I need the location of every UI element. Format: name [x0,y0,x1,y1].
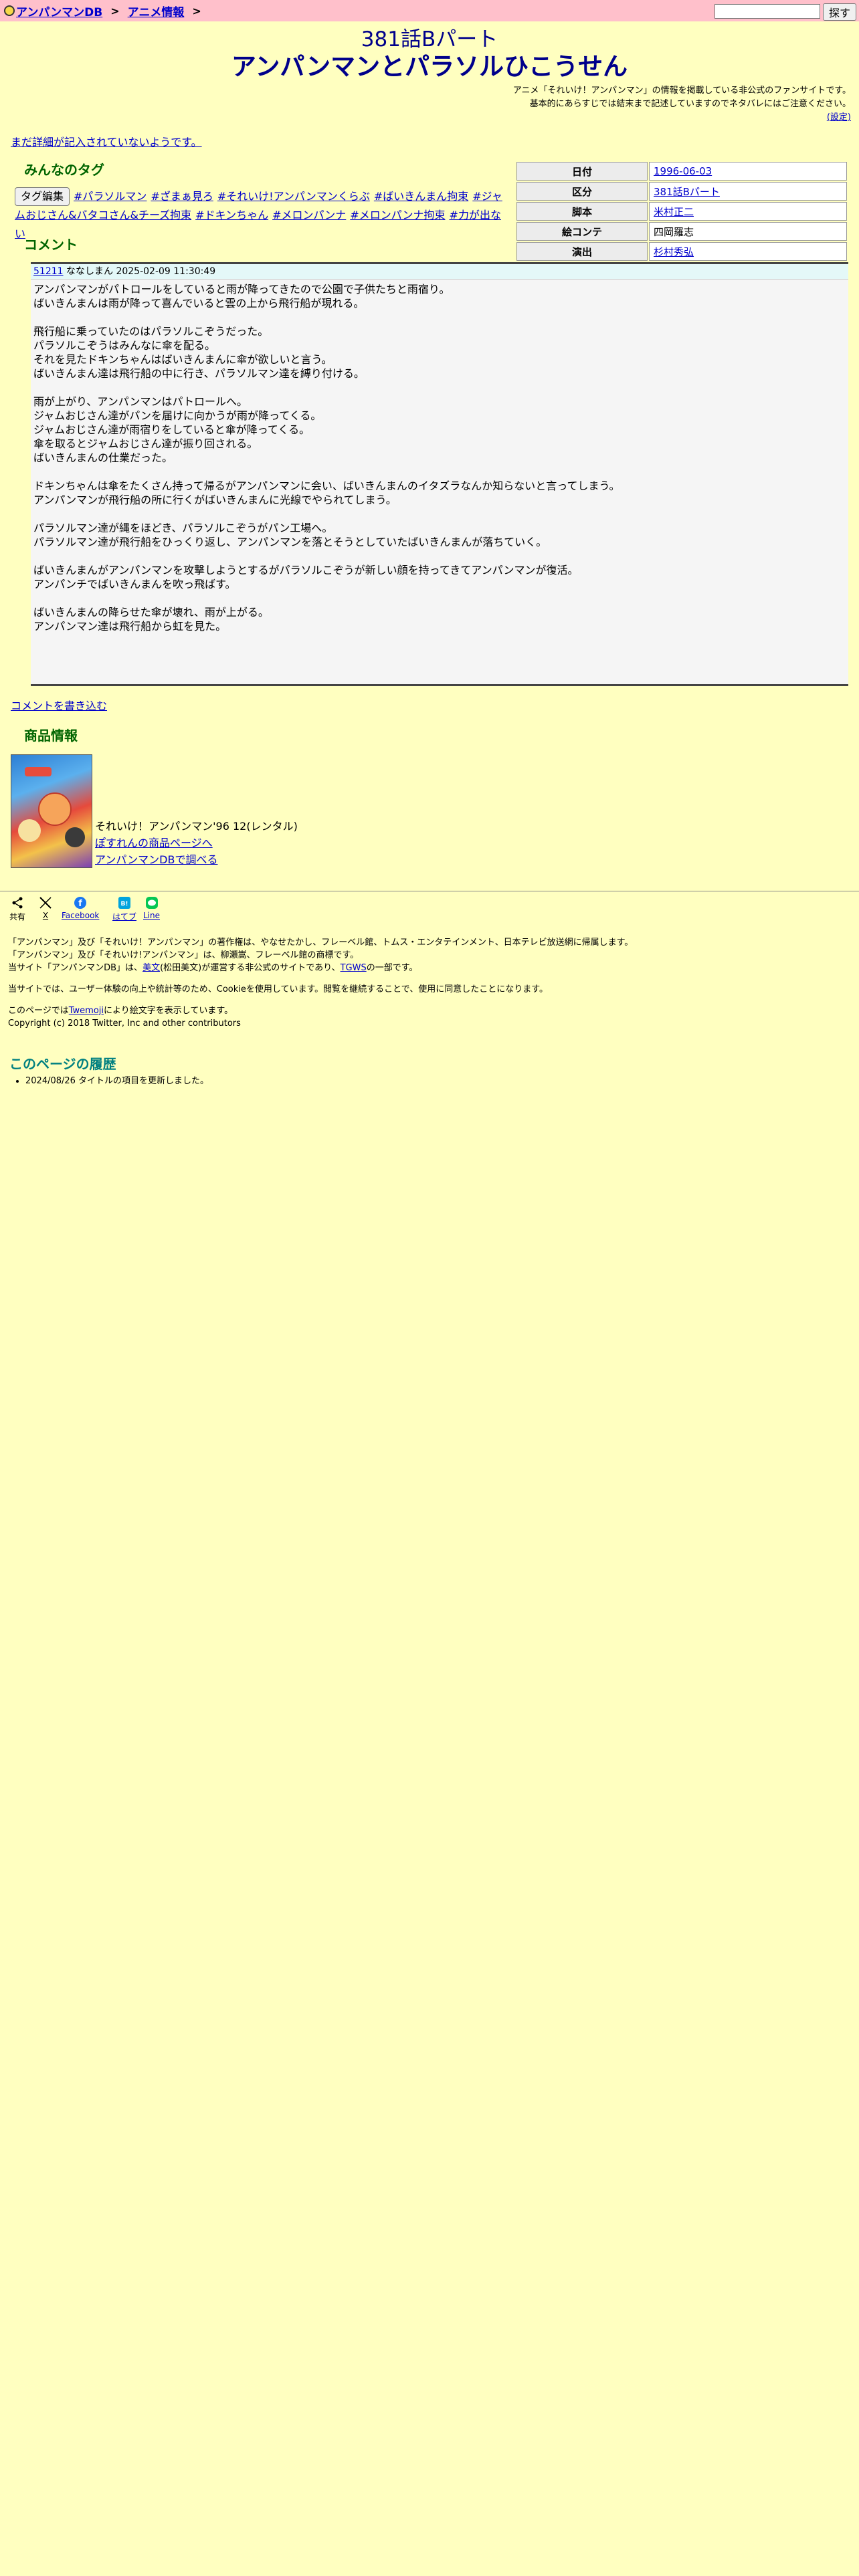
notice-line-2: 基本的にあらすじでは結末まで記述していますのでネタバレにはご注意ください。 [529,99,851,109]
twemoji-copyright: Copyright (c) 2018 Twitter, Inc and othe… [8,1018,241,1029]
facebook-icon: f [74,897,87,909]
anpanman-logo-icon [4,5,15,16]
product-search-db-link[interactable]: アンパンマンDBで調べる [95,853,217,866]
info-value-date-link[interactable]: 1996-06-03 [654,165,712,177]
history-list: 2024/08/26 タイトルの項目を更新しました。 [13,1073,209,1086]
no-detail-link[interactable]: まだ詳細が記入されていないようです。 [11,133,202,149]
episode-title: アンパンマンとパラソルひこうせん [231,52,628,81]
info-label-storyboard: 絵コンテ [516,222,648,241]
breadcrumb-separator: > [192,4,201,17]
site-notice: アニメ「それいけ！アンパンマン」の情報を掲載している非公式のファンサイトです。 … [513,84,851,124]
page-title-block: 381話Bパート アンパンマンとパラソルひこうせん [0,27,859,82]
tag-link[interactable]: #パラソルマン [74,190,147,203]
info-label-date: 日付 [516,162,648,181]
tgws-link[interactable]: TGWS [341,963,367,973]
comment-body: アンパンマンがパトロールをしていると雨が降ってきたので公園で子供たちと雨宿り。 … [33,283,620,633]
tags-heading: みんなのタグ [24,162,104,178]
share-label: 共有 [9,912,26,922]
comment-item: 51211 ななしまん 2025-02-09 11:30:49 アンパンマンがパ… [31,262,848,686]
breadcrumb-separator: > [110,4,120,17]
tag-link[interactable]: #メロンパンナ [272,209,346,221]
search-input[interactable] [714,4,820,19]
top-navigation-bar: アンパンマンDB > アニメ情報 > 探す [0,0,859,21]
table-row: 日付 1996-06-03 [516,162,847,181]
info-value-storyboard: 四岡羅志 [649,222,847,241]
footer-line-2: 「アンパンマン」及び「それいけ!アンパンマン」は、柳瀬嵩、フレーベル館の商標です… [8,950,359,960]
info-label-direction: 演出 [516,242,648,261]
tag-link[interactable]: #ざまぁ見ろ [151,190,213,203]
info-label-script: 脚本 [516,202,648,221]
product-cover-image[interactable] [11,754,92,868]
table-row: 絵コンテ 四岡羅志 [516,222,847,241]
info-value-direction-link[interactable]: 杉村秀弘 [654,246,694,258]
products-heading: 商品情報 [24,728,78,744]
list-item: 2024/08/26 タイトルの項目を更新しました。 [25,1073,209,1086]
footer-line-3: 当サイト「アンパンマンDB」は、美文(松田美文)が運営する非公式のサイトであり、… [8,963,418,973]
tag-link[interactable]: #ばいきんまん拘束 [374,190,468,203]
line-label: Line [143,911,161,920]
comment-meta: 51211 ななしまん 2025-02-09 11:30:49 [31,264,848,280]
info-value-category-link[interactable]: 381話Bパート [654,186,720,198]
author-link[interactable]: 美文 [142,963,160,973]
tag-list: タグ編集 #パラソルマン #ざまぁ見ろ #それいけ!アンパンマンくらぶ #ばいきんまん拘… [15,187,510,243]
footer-line-1: 「アンパンマン」及び「それいけ！アンパンマン」の著作権は、やなせたかし、フレーベ… [8,938,634,948]
comment-author-date: ななしまん 2025-02-09 11:30:49 [66,266,216,277]
cookie-notice: 当サイトでは、ユーザー体験の向上や統計等のため、Cookieを使用しています。閲… [8,984,548,994]
svg-text:B!: B! [121,901,128,907]
episode-info-table: 日付 1996-06-03 区分 381話Bパート 脚本 米村正二 絵コンテ 四… [515,160,848,262]
settings-link[interactable]: (設定) [827,112,851,122]
tag-edit-button[interactable]: タグ編集 [15,187,70,206]
history-heading: このページの履歴 [9,1056,116,1072]
tag-link[interactable]: #ドキンちゃん [195,209,268,221]
x-share-link[interactable]: X [39,896,52,920]
share-button[interactable]: 共有 [9,896,25,922]
x-label: X [42,911,49,920]
table-row: 演出 杉村秀弘 [516,242,847,261]
breadcrumb-home-link[interactable]: アンパンマンDB [16,3,102,19]
svg-text:f: f [78,899,82,909]
product-posren-link[interactable]: ぽすれんの商品ページへ [95,837,213,849]
comments-heading: コメント [24,237,78,253]
facebook-label: Facebook [62,911,100,920]
table-row: 区分 381話Bパート [516,182,847,201]
share-icon [12,897,23,909]
breadcrumb-anime-link[interactable]: アニメ情報 [128,3,185,19]
notice-line-1: アニメ「それいけ！アンパンマン」の情報を掲載している非公式のファンサイトです。 [512,86,851,96]
emoji-notice: このページではTwemojiにより絵文字を表示しています。 Copyright … [8,1006,241,1029]
hatena-label: はてブ [112,912,137,922]
twemoji-link[interactable]: Twemoji [69,1006,104,1016]
tag-link[interactable]: #それいけ!アンパンマンくらぶ [217,190,370,203]
write-comment-link[interactable]: コメントを書き込む [11,697,107,713]
hatena-bookmark-icon: B! [118,897,130,909]
search-button[interactable]: 探す [823,3,856,21]
line-share-link[interactable]: Line [143,896,160,920]
tag-link[interactable]: #メロンパンナ拘束 [350,209,445,221]
table-row: 脚本 米村正二 [516,202,847,221]
info-label-category: 区分 [516,182,648,201]
product-title: それいけ！アンパンマン'96 12(レンタル) [95,820,298,833]
line-icon [145,897,158,909]
episode-part-title: 381話Bパート [361,27,498,51]
x-icon [39,897,52,909]
footer-copyright-notice: 「アンパンマン」及び「それいけ！アンパンマン」の著作権は、やなせたかし、フレーベ… [8,936,633,974]
comment-id-link[interactable]: 51211 [33,266,64,277]
info-value-script-link[interactable]: 米村正二 [654,206,694,218]
product-item: それいけ！アンパンマン'96 12(レンタル) ぽすれんの商品ページへ アンパン… [11,754,298,868]
facebook-share-link[interactable]: f Facebook [62,896,99,920]
hatena-share-link[interactable]: B! はてブ [112,896,136,922]
